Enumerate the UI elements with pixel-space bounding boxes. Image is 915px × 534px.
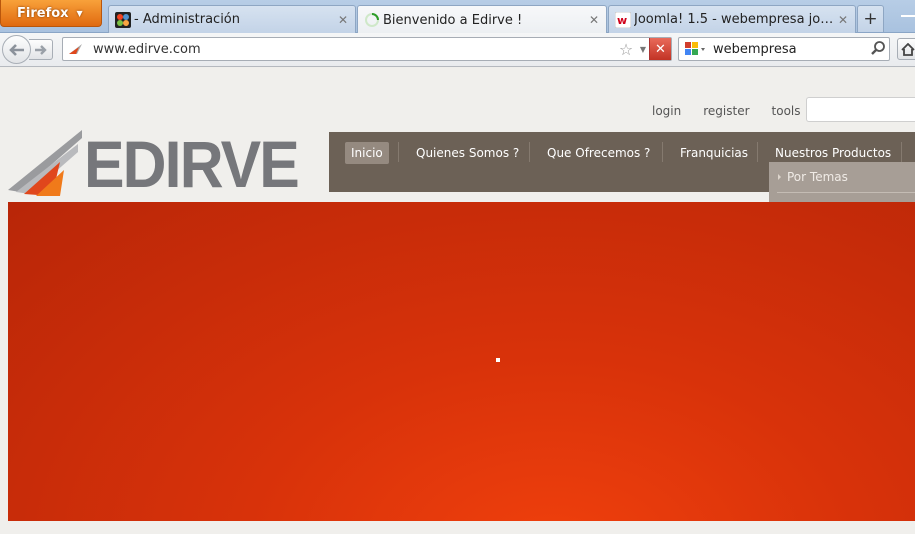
login-link[interactable]: login (652, 104, 681, 118)
url-history-dropdown-icon[interactable]: ▼ (637, 45, 649, 54)
close-icon[interactable]: ✕ (335, 13, 351, 27)
menu-divider (529, 142, 530, 162)
top-links: login register tools (652, 104, 801, 118)
menu-divider (662, 142, 663, 162)
magnifier-icon (871, 40, 885, 55)
menu-item-que-ofrecemos[interactable]: Que Ofrecemos ? (547, 142, 650, 164)
tools-link[interactable]: tools (772, 104, 801, 118)
site-logo[interactable]: EDIRVE (8, 128, 300, 200)
search-engine-selector[interactable] (679, 38, 711, 60)
search-icon[interactable] (867, 40, 889, 59)
back-button[interactable] (2, 35, 31, 64)
url-input[interactable]: www.edirve.com (89, 42, 615, 57)
search-bar[interactable]: webempresa (678, 37, 890, 61)
svg-text:w: w (617, 14, 627, 27)
firefox-menu-button[interactable]: Firefox ▼ (0, 0, 102, 27)
stop-button[interactable]: ✕ (649, 38, 671, 60)
arrow-left-icon (8, 43, 24, 56)
close-icon[interactable]: ✕ (586, 13, 602, 27)
tab-title: - Administración (134, 12, 240, 27)
home-icon (901, 42, 915, 56)
menu-item-quienes-somos[interactable]: Quienes Somos ? (416, 142, 519, 164)
tab-joomla-webempresa[interactable]: w Joomla! 1.5 - webempresa joo... ✕ (608, 5, 856, 33)
menu-divider (757, 142, 758, 162)
menu-item-franquicias[interactable]: Franquicias (680, 142, 748, 164)
tab-title: Joomla! 1.5 - webempresa joo... (634, 12, 835, 27)
bookmark-star-icon[interactable]: ☆ (615, 40, 637, 59)
menu-divider (398, 142, 399, 162)
plus-icon: + (863, 9, 878, 29)
tab-administracion[interactable]: - Administración ✕ (108, 5, 356, 33)
navigation-bar: www.edirve.com ☆ ▼ ✕ webempresa (0, 33, 915, 67)
google-icon (685, 42, 705, 55)
web-page: login register tools EDIRVE Inicio Quien… (0, 68, 915, 534)
joomla-icon (115, 11, 131, 28)
chevron-down-icon: ▼ (76, 8, 83, 18)
logo-text: EDIRVE (84, 127, 300, 201)
new-tab-button[interactable]: + (857, 5, 884, 32)
back-forward-group (2, 35, 56, 64)
search-input[interactable]: webempresa (711, 42, 867, 57)
close-icon[interactable]: ✕ (835, 13, 851, 27)
firefox-menu-label: Firefox (17, 5, 69, 21)
menu-item-nuestros-productos[interactable]: Nuestros Productos (775, 142, 891, 164)
forward-button[interactable] (29, 39, 53, 60)
tab-strip: Firefox ▼ - Administración ✕ Bienvenido … (0, 0, 915, 34)
site-search-input[interactable] (806, 97, 915, 122)
home-button[interactable] (897, 38, 915, 60)
site-identity-icon[interactable] (63, 38, 89, 60)
close-icon: ✕ (655, 41, 666, 57)
menu-divider (901, 142, 902, 162)
tab-title: Bienvenido a Edirve ! (383, 12, 523, 28)
loading-icon (365, 13, 379, 27)
menu-item-inicio[interactable]: Inicio (345, 142, 389, 164)
edirve-favicon-icon (69, 44, 82, 54)
register-link[interactable]: register (703, 104, 749, 118)
tab-list-icon[interactable] (901, 15, 915, 17)
url-bar[interactable]: www.edirve.com ☆ ▼ ✕ (62, 37, 672, 61)
hero-banner (8, 202, 915, 521)
arrow-right-icon (34, 44, 47, 55)
tab-bienvenido[interactable]: Bienvenido a Edirve ! ✕ (357, 5, 607, 34)
submenu-item-por-temas[interactable]: Por Temas (769, 162, 915, 192)
webempresa-icon: w (615, 11, 631, 28)
loading-indicator-icon (496, 358, 500, 362)
logo-mark-icon (8, 130, 82, 196)
